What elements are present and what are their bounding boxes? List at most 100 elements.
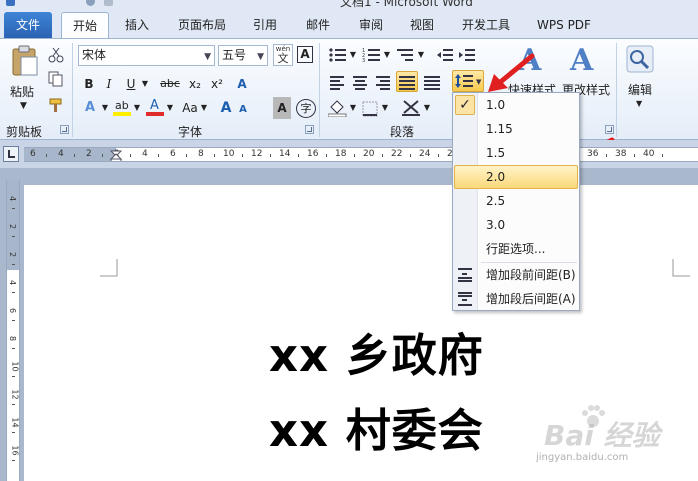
align-center-icon[interactable] <box>352 75 368 90</box>
change-styles-icon[interactable]: A <box>570 43 606 78</box>
title-bar: 文档1 - Microsoft Word <box>0 0 698 8</box>
print-preview-icon[interactable] <box>104 0 113 6</box>
bold-button[interactable]: B <box>80 73 98 95</box>
char-border-button[interactable]: A <box>297 46 313 63</box>
line-spacing-button[interactable]: ▼ <box>452 70 484 92</box>
editing-dropdown-icon[interactable]: ▼ <box>636 99 642 108</box>
highlight-dropdown-icon[interactable]: ▼ <box>132 97 142 119</box>
menu-item-add-space-after[interactable]: 增加段后间距(A) <box>454 287 578 311</box>
font-color-dropdown-icon[interactable]: ▼ <box>165 97 175 119</box>
text-effects-dropdown-icon[interactable]: ▼ <box>100 97 110 119</box>
format-painter-icon[interactable] <box>48 97 64 113</box>
underline-button[interactable]: U <box>122 73 140 95</box>
tab-file[interactable]: 文件 <box>4 12 52 38</box>
clipboard-launcher-icon[interactable] <box>60 125 69 134</box>
tab-view[interactable]: 视图 <box>400 12 444 38</box>
tab-mailings[interactable]: 邮件 <box>296 12 340 38</box>
ruler-number: 36 <box>587 149 599 159</box>
document-text-line[interactable]: xx 乡政府 <box>269 319 484 384</box>
enclose-char-button[interactable]: 字 <box>296 99 316 118</box>
italic-button[interactable]: I <box>100 73 118 95</box>
clear-formatting-button[interactable]: A <box>232 73 252 95</box>
change-case-button[interactable]: Aa <box>180 97 200 119</box>
tab-page-layout[interactable]: 页面布局 <box>170 12 234 38</box>
font-launcher-icon[interactable] <box>305 125 314 134</box>
menu-item-spacing-2-5[interactable]: 2.5 <box>454 189 578 213</box>
font-name-combo[interactable]: 宋体 ▼ <box>78 45 215 66</box>
paste-dropdown-icon[interactable]: ▼ <box>20 101 27 111</box>
ruler-number: 12 <box>251 149 263 159</box>
bullets-icon[interactable] <box>328 47 348 63</box>
align-right-icon[interactable] <box>374 75 390 90</box>
copy-icon[interactable] <box>48 71 64 87</box>
tab-review[interactable]: 审阅 <box>349 12 393 38</box>
ruler-tick <box>270 154 271 157</box>
text-effects-button[interactable]: A <box>80 97 100 119</box>
editing-label[interactable]: 编辑 <box>628 81 652 98</box>
increase-indent-icon[interactable] <box>458 47 476 63</box>
change-case-dropdown-icon[interactable]: ▼ <box>199 97 209 119</box>
ruler-number: 6 <box>30 149 36 159</box>
hanging-indent-icon[interactable] <box>110 153 122 162</box>
menu-item-spacing-1-5[interactable]: 1.5 <box>454 141 578 165</box>
multilevel-dropdown-icon[interactable]: ▼ <box>416 44 426 66</box>
menu-item-spacing-3-0[interactable]: 3.0 <box>454 213 578 237</box>
multilevel-list-icon[interactable] <box>396 47 416 63</box>
tab-insert[interactable]: 插入 <box>115 12 159 38</box>
font-color-button[interactable]: A <box>146 98 164 117</box>
menu-item-spacing-2-0[interactable]: 2.0 <box>454 165 578 189</box>
ruler-tick <box>74 154 75 157</box>
menu-item-spacing-1-15[interactable]: 1.15 <box>454 117 578 141</box>
chinese-layout-dropdown-icon[interactable]: ▼ <box>422 97 432 119</box>
crop-mark-left <box>100 259 118 277</box>
font-size-combo[interactable]: 五号 ▼ <box>218 45 268 66</box>
shading-dropdown-icon[interactable]: ▼ <box>348 97 358 119</box>
shrink-font-button[interactable]: A <box>236 99 250 121</box>
chinese-layout-icon[interactable] <box>402 99 422 117</box>
ruler-tick <box>298 154 299 157</box>
vertical-ruler[interactable]: 4 2 2 4 6 8 10 12 14 16 <box>6 180 20 481</box>
tab-references[interactable]: 引用 <box>243 12 287 38</box>
menu-item-spacing-1-0[interactable]: 1.0 <box>454 93 578 117</box>
align-left-icon[interactable] <box>330 75 346 90</box>
numbering-icon[interactable]: 1 2 3 <box>362 47 382 63</box>
shading-icon[interactable] <box>328 99 348 117</box>
font-name-value: 宋体 <box>82 48 107 62</box>
line-spacing-icon: ▼ <box>455 74 482 88</box>
ruler-number: 16 <box>307 149 319 159</box>
bullets-dropdown-icon[interactable]: ▼ <box>348 44 358 66</box>
menu-item-line-spacing-options[interactable]: 行距选项... <box>454 237 578 261</box>
save-icon[interactable] <box>6 0 15 6</box>
editing-icon[interactable] <box>626 45 654 73</box>
tab-home[interactable]: 开始 <box>61 12 109 38</box>
phonetic-guide-button[interactable]: wén 文 <box>273 44 293 66</box>
highlight-button[interactable]: ab <box>113 99 131 117</box>
tab-wps-pdf[interactable]: WPS PDF <box>530 12 598 38</box>
numbering-dropdown-icon[interactable]: ▼ <box>382 44 392 66</box>
distributed-icon[interactable] <box>424 75 440 90</box>
horizontal-ruler[interactable]: 642246810121416182022242628303234363840 <box>24 147 698 162</box>
vruler-tick <box>12 208 15 209</box>
decrease-indent-icon[interactable] <box>436 47 454 63</box>
vruler-tick <box>12 236 15 237</box>
cut-icon[interactable] <box>48 47 64 63</box>
document-text-line[interactable]: xx 村委会 <box>269 394 484 459</box>
grow-font-button[interactable]: A <box>218 97 234 119</box>
paste-button[interactable] <box>8 45 42 79</box>
redo-icon[interactable] <box>86 0 95 6</box>
tab-developer[interactable]: 开发工具 <box>454 12 518 38</box>
justify-button[interactable] <box>396 71 418 92</box>
borders-dropdown-icon[interactable]: ▼ <box>380 97 390 119</box>
superscript-button[interactable]: x² <box>208 73 226 95</box>
underline-dropdown-icon[interactable]: ▼ <box>140 73 150 95</box>
char-shading-button[interactable]: A <box>273 97 291 119</box>
menu-item-add-space-before[interactable]: 增加段前间距(B) <box>454 263 578 287</box>
ruler-number: 6 <box>170 149 176 159</box>
subscript-button[interactable]: x₂ <box>186 73 204 95</box>
tab-selector-icon[interactable] <box>3 146 19 162</box>
borders-icon[interactable] <box>362 101 378 117</box>
styles-launcher-icon[interactable] <box>605 125 614 134</box>
vruler-number: 2 <box>8 251 18 258</box>
ruler-tick <box>158 154 159 157</box>
strikethrough-button[interactable]: abc <box>157 73 183 95</box>
